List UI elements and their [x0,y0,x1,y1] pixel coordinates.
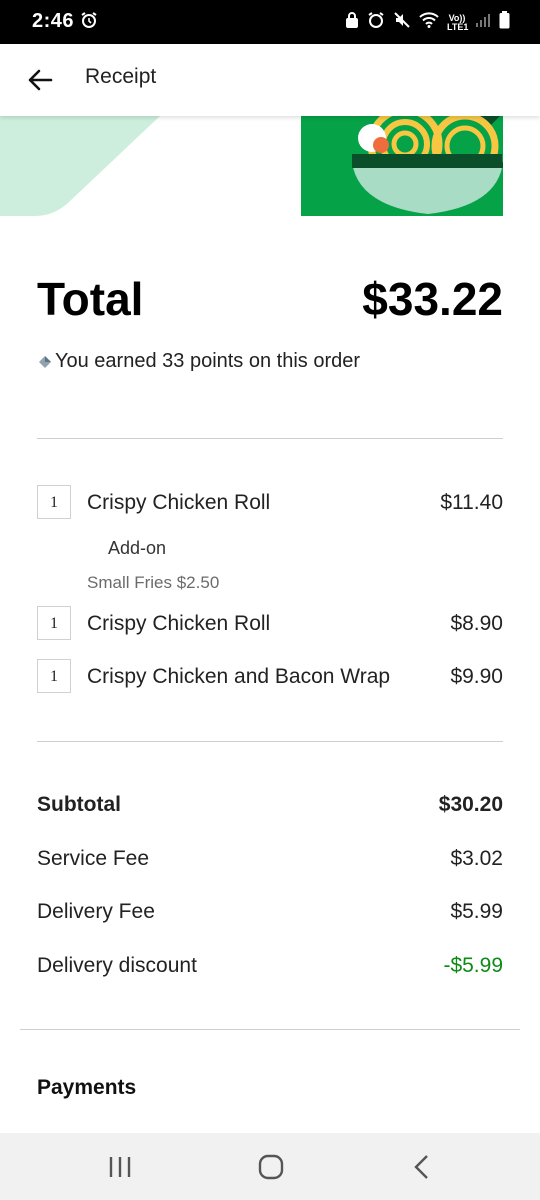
subtotal-value: $30.20 [438,793,503,816]
addon-detail: Small Fries $2.50 [87,573,220,592]
wifi-icon [419,12,439,33]
home-icon[interactable] [256,1153,286,1181]
subtotal-row: Subtotal $30.20 [37,793,503,821]
alarm-icon [367,11,385,34]
status-bar: 2:46 Vo)) LTE1 [0,0,540,44]
total-value: $33.22 [362,273,503,325]
quantity-box: 1 [37,606,71,640]
item-name: Crispy Chicken Roll [87,612,271,635]
battery-icon [499,11,510,34]
service-fee-label: Service Fee [37,847,150,870]
system-nav-bar [0,1133,540,1200]
divider [37,741,503,742]
alarm-icon [80,11,98,34]
status-time: 2:46 [32,10,75,32]
delivery-fee-row: Delivery Fee $5.99 [37,900,503,928]
item-price: $8.90 [450,612,503,635]
item-name: Crispy Chicken Roll [87,491,271,514]
list-item: 1 Crispy Chicken and Bacon Wrap $9.90 [37,659,503,695]
divider [37,438,503,439]
service-fee-value: $3.02 [450,847,503,870]
divider [20,1029,520,1030]
delivery-discount-row: Delivery discount -$5.99 [37,954,503,982]
item-price: $11.40 [440,491,503,514]
delivery-discount-label: Delivery discount [37,954,197,977]
list-item: 1 Crispy Chicken Roll $11.40 [37,485,503,521]
item-price: $9.90 [450,665,503,688]
points-text: You earned 33 points on this order [55,350,361,372]
service-fee-row: Service Fee $3.02 [37,847,503,875]
back-nav-icon[interactable] [407,1153,437,1181]
status-icons: Vo)) LTE1 [345,11,510,34]
signal-icon [475,12,491,33]
app-bar: Receipt [0,44,540,116]
points-message: You earned 33 points on this order [37,350,360,373]
network-label: Vo)) LTE1 [447,12,469,32]
payments-heading: Payments [37,1076,137,1099]
delivery-fee-label: Delivery Fee [37,900,155,923]
list-item: 1 Crispy Chicken Roll $8.90 [37,606,503,642]
page-title: Receipt [85,65,157,88]
delivery-fee-value: $5.99 [450,900,503,923]
points-diamond-icon [39,355,51,368]
quantity-box: 1 [37,485,71,519]
quantity-box: 1 [37,659,71,693]
recent-apps-icon[interactable] [105,1153,135,1181]
item-name: Crispy Chicken and Bacon Wrap [87,665,391,688]
total-label: Total [37,273,144,325]
delivery-discount-value: -$5.99 [443,954,503,977]
back-arrow-icon[interactable] [26,66,54,94]
subtotal-label: Subtotal [37,793,121,816]
hero-illustration [0,116,540,216]
addon-label: Add-on [108,538,167,558]
lock-icon [345,11,359,34]
mute-icon [393,11,411,34]
